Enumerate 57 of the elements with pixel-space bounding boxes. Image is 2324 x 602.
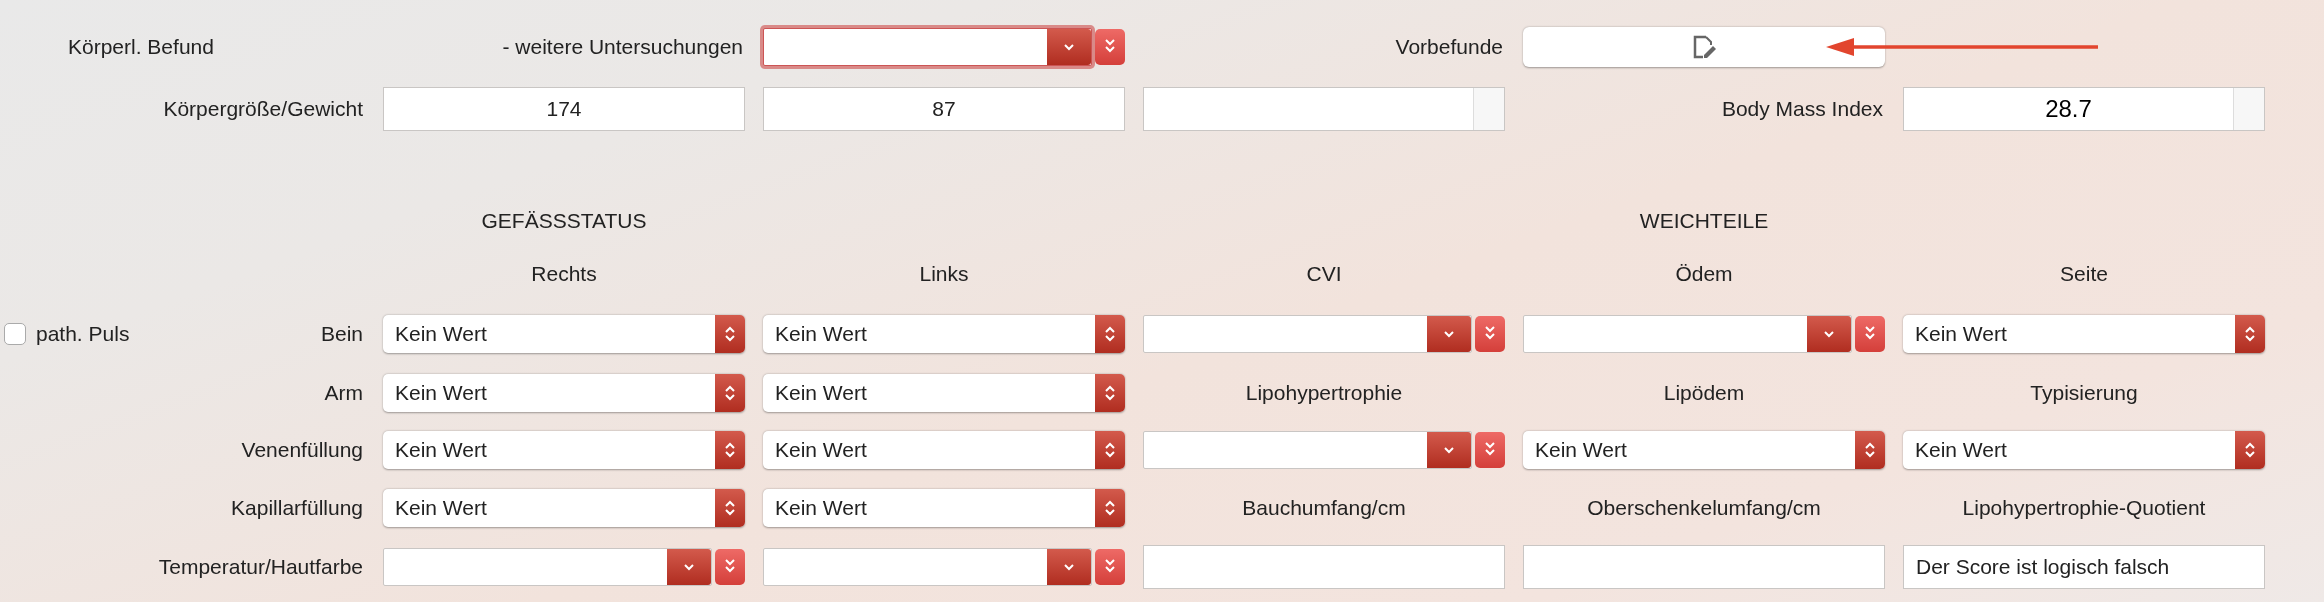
popup-button[interactable]: Kein Wert	[763, 431, 1125, 469]
expand-button[interactable]	[1475, 316, 1505, 352]
checkbox-label[interactable]: path. Puls	[36, 322, 130, 346]
popup-button[interactable]: Kein Wert	[383, 431, 745, 469]
popup-button[interactable]: Kein Wert	[1903, 431, 2265, 469]
field-label: Body Mass Index	[1721, 97, 1883, 121]
column-label: Bauchumfang/cm	[1242, 496, 1406, 520]
combo-box[interactable]	[1523, 315, 1852, 353]
field-label: Temperatur/Hautfarbe	[158, 555, 363, 579]
section-heading: GEFÄSSSTATUS	[481, 209, 647, 233]
column-label: CVI	[1306, 262, 1342, 286]
column-label: Lipohypertrophie	[1245, 381, 1403, 405]
popup-button[interactable]: Kein Wert	[1903, 315, 2265, 353]
expand-button[interactable]	[1095, 29, 1125, 65]
column-label: Typisierung	[2030, 381, 2138, 405]
input-field[interactable]: 28.7	[1903, 87, 2265, 131]
previous-findings-button[interactable]	[1523, 27, 1885, 67]
expand-button[interactable]	[1095, 549, 1125, 585]
popup-button[interactable]: Kein Wert	[763, 315, 1125, 353]
combo-box[interactable]	[1143, 431, 1472, 469]
field-label: Venenfüllung	[241, 438, 363, 462]
field-label: Vorbefunde	[1395, 35, 1503, 59]
field-label: Körperl. Befund	[68, 35, 214, 59]
section-heading: WEICHTEILE	[1639, 209, 1769, 233]
popup-button[interactable]: Kein Wert	[763, 489, 1125, 527]
combo-box[interactable]	[1143, 315, 1472, 353]
popup-button[interactable]: Kein Wert	[1523, 431, 1885, 469]
popup-button[interactable]: Kein Wert	[383, 315, 745, 353]
column-label: Links	[919, 262, 969, 286]
input-field[interactable]	[1143, 545, 1505, 589]
combo-box[interactable]	[763, 548, 1092, 586]
combo-box[interactable]	[383, 548, 712, 586]
column-label: Seite	[2060, 262, 2108, 286]
edit-document-icon	[1691, 34, 1717, 60]
field-label: Arm	[324, 381, 363, 405]
output-field: Der Score ist logisch falsch	[1903, 545, 2265, 589]
column-label: Rechts	[531, 262, 597, 286]
field-label: - weitere Untersuchungen	[502, 35, 743, 59]
popup-button[interactable]: Kein Wert	[763, 374, 1125, 412]
input-field[interactable]	[1143, 87, 1505, 131]
field-label: Körpergröße/Gewicht	[163, 97, 363, 121]
checkbox[interactable]	[4, 323, 26, 345]
input-field[interactable]	[1523, 545, 1885, 589]
input-field[interactable]: 87	[763, 87, 1125, 131]
expand-button[interactable]	[715, 549, 745, 585]
popup-button[interactable]: Kein Wert	[383, 374, 745, 412]
input-field[interactable]: 174	[383, 87, 745, 131]
column-label: Oberschenkelumfang/cm	[1587, 496, 1821, 520]
column-label: Lipödem	[1663, 381, 1745, 405]
popup-button[interactable]: Kein Wert	[383, 489, 745, 527]
field-label: Kapillarfüllung	[231, 496, 363, 520]
combo-box[interactable]	[763, 28, 1092, 66]
column-label: Ödem	[1675, 262, 1733, 286]
expand-button[interactable]	[1475, 432, 1505, 468]
field-label: Bein	[320, 322, 363, 346]
expand-button[interactable]	[1855, 316, 1885, 352]
column-label: Lipohypertrophie-Quotient	[1962, 496, 2206, 520]
